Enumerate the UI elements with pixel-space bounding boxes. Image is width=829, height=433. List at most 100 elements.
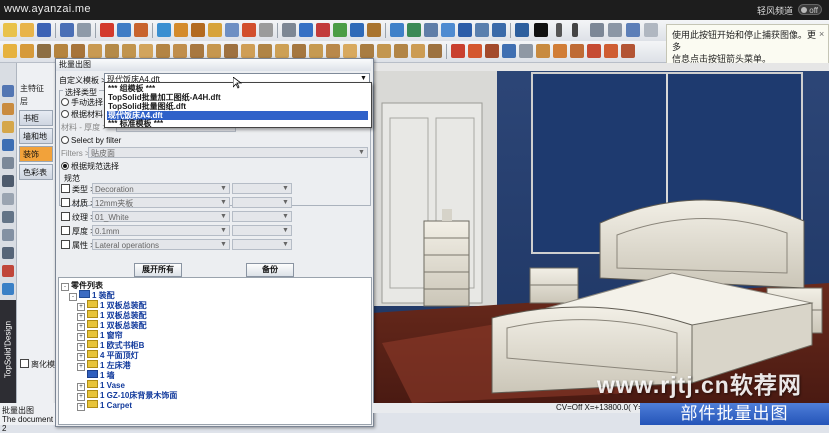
- side-bottom-checkbox[interactable]: 离化模: [20, 359, 55, 370]
- capture-icon[interactable]: [626, 23, 640, 37]
- spec-thickness-select[interactable]: 0.1mm ▼: [92, 225, 230, 236]
- view-front-icon[interactable]: [458, 23, 472, 37]
- component-box-icon[interactable]: [570, 44, 584, 58]
- 3d-viewport[interactable]: [372, 63, 829, 403]
- grey-box-icon[interactable]: [519, 44, 533, 58]
- zoom-fit-icon[interactable]: [407, 23, 421, 37]
- expand-all-button[interactable]: 展开所有: [134, 263, 182, 277]
- base-tool-icon[interactable]: [258, 44, 272, 58]
- attribute-tool-icon[interactable]: [242, 23, 256, 37]
- print-preview-icon[interactable]: [60, 23, 74, 37]
- blue-box-icon[interactable]: [502, 44, 516, 58]
- more-options-icon[interactable]: [644, 23, 658, 37]
- panel-tool-icon[interactable]: [20, 44, 34, 58]
- leg-tool-icon[interactable]: [156, 44, 170, 58]
- select-by-filter-radio[interactable]: Select by filter: [61, 136, 121, 145]
- cut-tool-icon[interactable]: [191, 23, 205, 37]
- drawing-box-icon[interactable]: [621, 44, 635, 58]
- filters-select[interactable]: 贴皮面 ▼: [88, 147, 368, 158]
- table-tool-icon[interactable]: [377, 44, 391, 58]
- joint-tool-icon[interactable]: [292, 44, 306, 58]
- spec-material-checkbox[interactable]: 材质 >: [61, 198, 95, 209]
- spec-texture-extra-select[interactable]: ▼: [232, 211, 292, 222]
- channel-label[interactable]: 轻风频道: [757, 4, 793, 17]
- backup-button[interactable]: 备份: [246, 263, 294, 277]
- sofa-tool-icon[interactable]: [411, 44, 425, 58]
- point-tool-icon[interactable]: [2, 211, 14, 223]
- spec-thickness-extra-select[interactable]: ▼: [232, 225, 292, 236]
- edit-tool-icon[interactable]: [174, 23, 188, 37]
- color-swatch-icon[interactable]: [534, 23, 548, 37]
- frame-tool-icon[interactable]: [275, 44, 289, 58]
- new-file-icon[interactable]: [3, 23, 17, 37]
- spec-attribute-extra-select[interactable]: ▼: [232, 239, 292, 250]
- assembly-box-icon[interactable]: [536, 44, 550, 58]
- zoom-icon[interactable]: [390, 23, 404, 37]
- url-text[interactable]: www.ayanzai.me: [4, 3, 91, 15]
- top-tool-icon[interactable]: [241, 44, 255, 58]
- frame-select-icon[interactable]: [2, 175, 14, 187]
- spec-texture-select[interactable]: 01_White ▼: [92, 211, 230, 222]
- spec-attribute-select[interactable]: Lateral operations ▼: [92, 239, 230, 250]
- line-tool-icon[interactable]: [2, 229, 14, 241]
- light-tool-icon[interactable]: [2, 283, 14, 295]
- spec-attribute-checkbox[interactable]: 属性 >: [61, 240, 95, 251]
- chair-tool-icon[interactable]: [394, 44, 408, 58]
- color-tool-icon[interactable]: [2, 265, 14, 277]
- layer-select-icon[interactable]: [608, 23, 622, 37]
- drawer-tool-icon[interactable]: [54, 44, 68, 58]
- grid-tool-icon[interactable]: [2, 193, 14, 205]
- dropdown-item[interactable]: TopSolid批量图纸.dft: [107, 102, 368, 111]
- channel-toggle[interactable]: off: [798, 4, 822, 15]
- hinge-tool-icon[interactable]: [122, 44, 136, 58]
- molding-tool-icon[interactable]: [224, 44, 238, 58]
- view-top-icon[interactable]: [475, 23, 489, 37]
- spec-material-extra-select[interactable]: ▼: [232, 197, 292, 208]
- wood-tool-icon[interactable]: [2, 103, 14, 115]
- plane-tool-icon[interactable]: [2, 139, 14, 151]
- side-button-color-table[interactable]: 色彩表: [19, 164, 53, 180]
- undo-icon[interactable]: [117, 23, 131, 37]
- render-icon[interactable]: [515, 23, 529, 37]
- brown-box-icon[interactable]: [485, 44, 499, 58]
- side-button-decoration[interactable]: 装饰: [19, 146, 53, 162]
- report-box-icon[interactable]: [604, 44, 618, 58]
- measure-tool-icon[interactable]: [208, 23, 222, 37]
- back-panel-tool-icon[interactable]: [173, 44, 187, 58]
- texture-tool-icon[interactable]: [2, 121, 14, 133]
- pan-icon[interactable]: [424, 23, 438, 37]
- group-icon[interactable]: [333, 23, 347, 37]
- draw-tool-icon[interactable]: [2, 85, 14, 97]
- select-icon[interactable]: [299, 23, 313, 37]
- export-box-icon[interactable]: [587, 44, 601, 58]
- connector-tool-icon[interactable]: [309, 44, 323, 58]
- furniture-tool-icon[interactable]: [3, 44, 17, 58]
- side-tab-main-feature[interactable]: 主特征: [20, 83, 44, 94]
- orange-box-icon[interactable]: [468, 44, 482, 58]
- axis-tool-icon[interactable]: [2, 157, 14, 169]
- wardrobe-tool-icon[interactable]: [343, 44, 357, 58]
- close-icon[interactable]: ×: [819, 28, 824, 40]
- edge-tool-icon[interactable]: [105, 44, 119, 58]
- display-tool-icon[interactable]: [259, 23, 273, 37]
- side-tab-layer[interactable]: 层: [20, 96, 28, 107]
- spec-type-checkbox[interactable]: 类型 >: [61, 184, 95, 195]
- cabinet-tool-icon[interactable]: [326, 44, 340, 58]
- bed-tool-icon[interactable]: [360, 44, 374, 58]
- pointer-icon[interactable]: [282, 23, 296, 37]
- spec-material-select[interactable]: 12mm夹板 ▼: [92, 197, 230, 208]
- groove-tool-icon[interactable]: [207, 44, 221, 58]
- shelf-tool-icon[interactable]: [71, 44, 85, 58]
- spec-thickness-checkbox[interactable]: 厚度 >: [61, 226, 95, 237]
- dropdown-item[interactable]: *** 标准模板 ***: [107, 119, 368, 128]
- desk-tool-icon[interactable]: [428, 44, 442, 58]
- print-icon[interactable]: [77, 23, 91, 37]
- red-box-icon[interactable]: [451, 44, 465, 58]
- layers-icon[interactable]: [350, 23, 364, 37]
- side-button-wall-floor[interactable]: 墙和地: [19, 128, 53, 144]
- part-box-icon[interactable]: [553, 44, 567, 58]
- pen-icon[interactable]: [590, 23, 604, 37]
- shape-tool-icon[interactable]: [157, 23, 171, 37]
- spec-type-select[interactable]: Decoration ▼: [92, 183, 230, 194]
- door-tool-icon[interactable]: [37, 44, 51, 58]
